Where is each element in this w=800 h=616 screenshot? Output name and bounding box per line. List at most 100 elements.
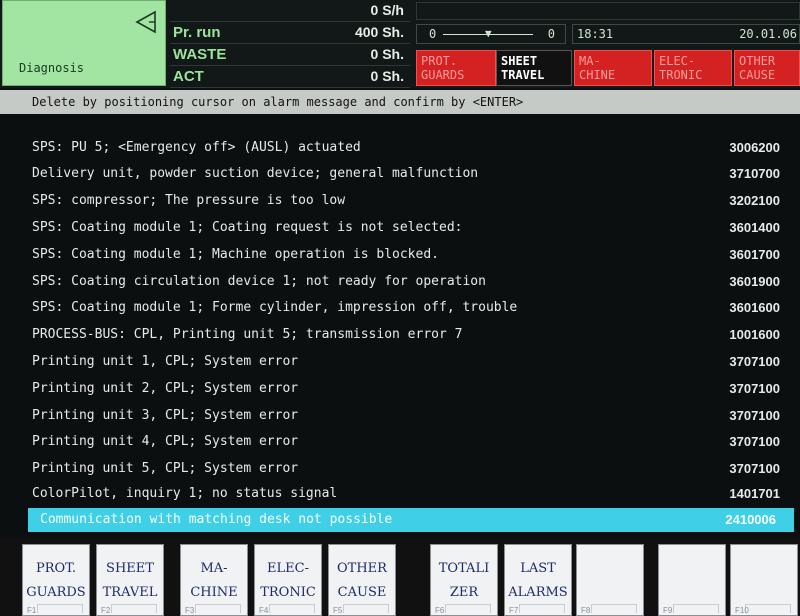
alarm-message: PROCESS-BUS: CPL, Printing unit 5; trans…	[32, 327, 463, 342]
alarm-row[interactable]: SPS: Coating module 1; Machine operation…	[0, 243, 800, 267]
counter-row-pr-run: Pr. run 400 Sh.	[170, 22, 410, 44]
counter-value: 0 Sh.	[370, 68, 404, 84]
alarm-row[interactable]: SPS: compressor; The pressure is too low…	[0, 189, 800, 213]
category-label: TRONIC	[659, 68, 703, 82]
softkey-f9[interactable]: F9	[658, 544, 726, 616]
function-key-number: F7	[509, 606, 519, 615]
softkey-f10[interactable]: F10	[730, 544, 798, 616]
alarm-row[interactable]: SPS: PU 5; <Emergency off> (AUSL) actuat…	[0, 136, 800, 160]
alarm-message: Printing unit 4, CPL; System error	[32, 434, 299, 449]
category-machine[interactable]: MA- CHINE	[574, 50, 652, 86]
alarm-message: SPS: Coating module 1; Coating request i…	[32, 220, 463, 235]
alarm-code: 3707100	[729, 354, 780, 369]
function-key-number: F4	[259, 606, 269, 615]
function-key-number: F2	[101, 606, 111, 615]
counter-row-waste: WASTE 0 Sh.	[170, 44, 410, 66]
counter-value: 400 Sh.	[354, 24, 404, 40]
alarm-code: 2410006	[725, 512, 776, 527]
softkey-indicator	[343, 604, 389, 613]
softkey-label: GUARDS	[26, 585, 86, 600]
counter-label: Pr. run	[173, 24, 221, 41]
clock-time: 18:31	[577, 27, 614, 41]
instruction-line: Delete by positioning cursor on alarm me…	[0, 90, 800, 114]
alarm-message: Printing unit 3, CPL; System error	[32, 408, 299, 423]
alarm-row-selected[interactable]: Communication with matching desk not pos…	[28, 508, 794, 532]
softkey-indicator	[519, 604, 565, 613]
softkey-f2[interactable]: SHEET TRAVEL F2	[96, 544, 164, 616]
softkey-f7[interactable]: LAST ALARMS F7	[504, 544, 572, 616]
category-electronic[interactable]: ELEC- TRONIC	[654, 50, 732, 86]
category-prot-guards[interactable]: PROT. GUARDS	[416, 50, 496, 86]
diagnosis-panel[interactable]: Diagnosis	[2, 0, 166, 86]
alarm-message: Printing unit 2, CPL; System error	[32, 381, 299, 396]
alarm-row[interactable]: SPS: Coating circulation device 1; not r…	[0, 270, 800, 294]
softkey-label: LAST	[520, 561, 556, 576]
counter-label: WASTE	[173, 46, 227, 63]
speed-slider[interactable]: 0 ▼ 0	[416, 24, 566, 44]
alarm-code: 1001600	[729, 327, 780, 342]
slider-max: 0	[547, 27, 555, 41]
alarm-row[interactable]: ColorPilot, inquiry 1; no status signal 1…	[0, 482, 800, 506]
softkey-f8[interactable]: F8	[576, 544, 644, 616]
category-label: CAUSE	[739, 68, 776, 82]
alarm-row[interactable]: Printing unit 5, CPL; System error 370710…	[0, 457, 800, 481]
category-label: PROT.	[421, 54, 458, 68]
header-strip	[416, 2, 800, 20]
softkey-indicator	[111, 604, 157, 613]
softkey-f1[interactable]: PROT. GUARDS F1	[22, 544, 90, 616]
alarm-code: 3707100	[729, 434, 780, 449]
alarm-list[interactable]: SPS: PU 5; <Emergency off> (AUSL) actuat…	[0, 136, 800, 532]
softkey-indicator	[37, 604, 83, 613]
counter-label: ACT	[173, 68, 204, 85]
softkey-label: SHEET	[106, 561, 154, 576]
softkey-f6[interactable]: TOTALI ZER F6	[430, 544, 498, 616]
category-label: ELEC-	[659, 54, 696, 68]
function-key-number: F1	[27, 606, 37, 615]
alarm-message: Communication with matching desk not pos…	[40, 512, 393, 527]
function-key-number: F8	[581, 606, 591, 615]
softkey-label: TOTALI	[438, 561, 490, 576]
softkey-indicator	[269, 604, 315, 613]
softkey-f3[interactable]: MA- CHINE F3	[180, 544, 248, 616]
status-header: Diagnosis 0 S/h Pr. run 400 Sh. WASTE 0 …	[0, 0, 800, 88]
alarm-row[interactable]: SPS: Coating module 1; Coating request i…	[0, 216, 800, 240]
alarm-row[interactable]: Delivery unit, powder suction device; ge…	[0, 162, 800, 186]
slider-arrow-down-icon[interactable]: ▼	[485, 27, 492, 41]
softkey-label: TRONIC	[260, 585, 316, 600]
alarm-message: SPS: compressor; The pressure is too low	[32, 193, 346, 208]
alarm-code: 3202100	[729, 193, 780, 208]
category-label: OTHER	[739, 54, 776, 68]
counter-row-speed: 0 S/h	[170, 0, 410, 22]
alarm-row[interactable]: Printing unit 4, CPL; System error 370710…	[0, 430, 800, 454]
alarm-code: 3601400	[729, 220, 780, 235]
function-key-number: F9	[663, 606, 673, 615]
counter-value: 0 Sh.	[370, 46, 404, 62]
softkey-indicator	[745, 604, 791, 613]
softkey-indicator	[673, 604, 719, 613]
back-arrow-icon[interactable]	[133, 9, 159, 35]
counter-row-act: ACT 0 Sh.	[170, 66, 410, 88]
alarm-row[interactable]: Printing unit 2, CPL; System error 370710…	[0, 377, 800, 401]
alarm-code: 1401701	[729, 486, 780, 501]
softkey-label: MA-	[200, 561, 228, 576]
softkey-label: ZER	[449, 585, 479, 600]
category-other-cause[interactable]: OTHER CAUSE	[734, 50, 800, 86]
alarm-row[interactable]: SPS: Coating module 1; Forme cylinder, i…	[0, 296, 800, 320]
category-label: CHINE	[579, 68, 616, 82]
diagnosis-label: Diagnosis	[19, 61, 85, 75]
function-key-number: F3	[185, 606, 195, 615]
softkey-f4[interactable]: ELEC- TRONIC F4	[254, 544, 322, 616]
alarm-message: SPS: Coating module 1; Machine operation…	[32, 247, 439, 262]
alarm-row[interactable]: Printing unit 1, CPL; System error 370710…	[0, 350, 800, 374]
softkey-indicator	[591, 604, 637, 613]
alarm-row[interactable]: Printing unit 3, CPL; System error 370710…	[0, 404, 800, 428]
category-sheet-travel[interactable]: SHEET TRAVEL	[496, 50, 572, 86]
alarm-row[interactable]: PROCESS-BUS: CPL, Printing unit 5; trans…	[0, 323, 800, 347]
category-label: GUARDS	[421, 68, 465, 82]
alarm-message: SPS: PU 5; <Emergency off> (AUSL) actuat…	[32, 140, 361, 155]
sheet-counters: 0 S/h Pr. run 400 Sh. WASTE 0 Sh. ACT 0 …	[170, 0, 410, 88]
alarm-code: 3707100	[729, 408, 780, 423]
alarm-message: SPS: Coating module 1; Forme cylinder, i…	[32, 300, 518, 315]
alarm-code: 3601900	[729, 274, 780, 289]
softkey-f5[interactable]: OTHER CAUSE F5	[328, 544, 396, 616]
